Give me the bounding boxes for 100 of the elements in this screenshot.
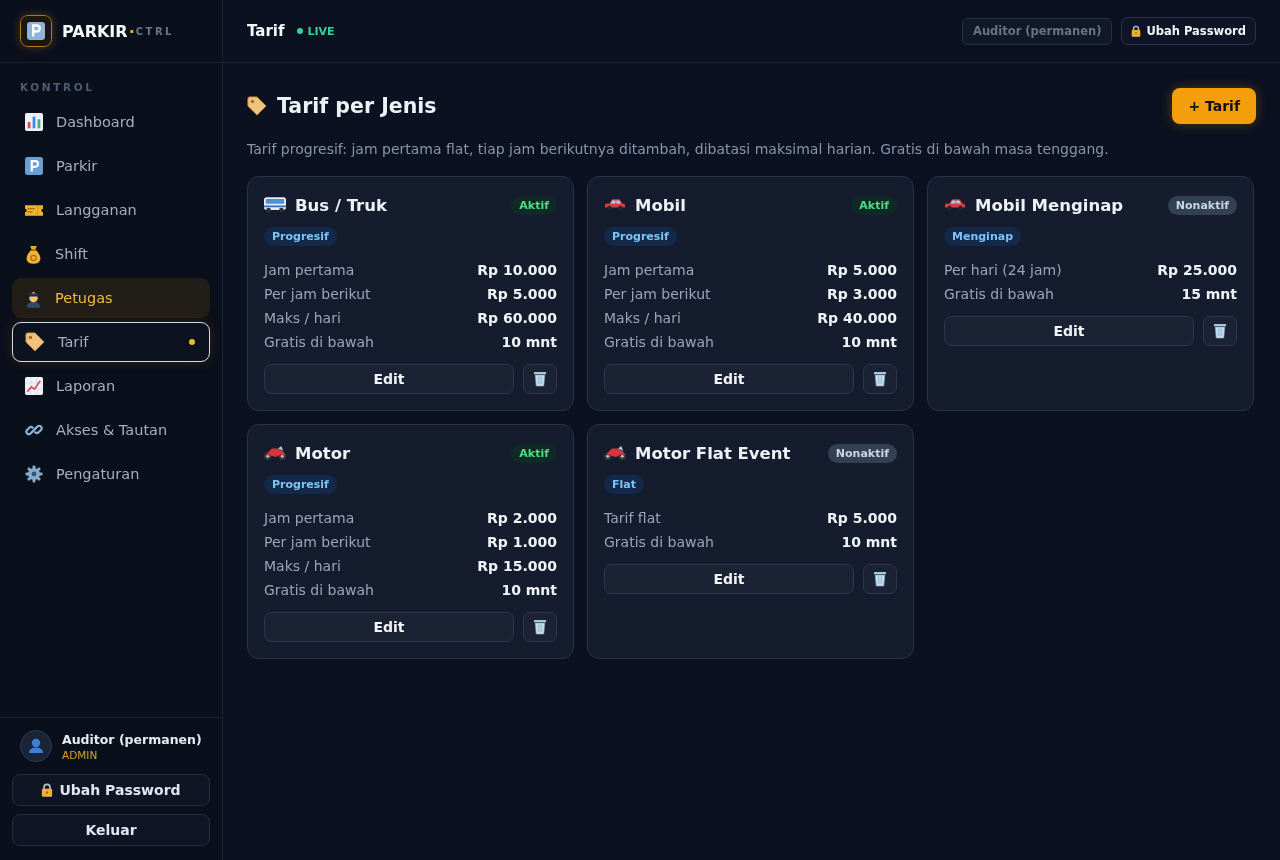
rate-value: Rp 1.000 — [487, 534, 557, 550]
sidebar-item[interactable]: Parkir — [12, 146, 210, 186]
page-title: Tarif per Jenis — [277, 94, 437, 118]
delete-button[interactable] — [863, 564, 897, 594]
motorcycle-icon — [604, 446, 626, 460]
change-password-button[interactable]: Ubah Password — [1121, 17, 1256, 45]
rate-value: Rp 60.000 — [477, 310, 557, 326]
lock-icon — [41, 783, 54, 797]
header-title: Tarif — [247, 22, 285, 40]
edit-button[interactable]: Edit — [604, 364, 854, 394]
add-tariff-button[interactable]: + Tarif — [1172, 88, 1256, 124]
bus-icon — [264, 197, 286, 213]
tariff-type-badge: Flat — [604, 475, 644, 494]
tag-icon — [25, 332, 45, 352]
rate-label: Gratis di bawah — [604, 534, 714, 550]
rate-label: Maks / hari — [264, 310, 341, 326]
delete-button[interactable] — [523, 612, 557, 642]
edit-button[interactable]: Edit — [944, 316, 1194, 346]
sidebar-item[interactable]: Dashboard — [12, 102, 210, 142]
rate-label: Maks / hari — [264, 558, 341, 574]
logo-icon — [20, 15, 52, 47]
logout-button[interactable]: Keluar — [12, 814, 210, 846]
ticket-icon — [25, 204, 43, 216]
rate-label: Per jam berikut — [264, 534, 371, 550]
rate-label: Maks / hari — [604, 310, 681, 326]
trash-icon — [533, 371, 547, 387]
sidebar-item[interactable]: Shift — [12, 234, 210, 274]
rate-value: Rp 10.000 — [477, 262, 557, 278]
rate-label: Tarif flat — [604, 510, 661, 526]
edit-button[interactable]: Edit — [604, 564, 854, 594]
rate-value: 10 mnt — [501, 334, 557, 350]
car-icon — [604, 199, 626, 211]
settings-icon — [25, 465, 43, 483]
status-badge: Aktif — [511, 195, 557, 215]
rate-value: Rp 5.000 — [487, 286, 557, 302]
rate-value: Rp 5.000 — [827, 510, 897, 526]
live-label: LIVE — [307, 24, 335, 38]
status-badge: Aktif — [511, 443, 557, 463]
page-description: Tarif progresif: jam pertama flat, tiap jam berikutnya ditambah, dibatasi maksimal harian. Gratis di bawah masa tenggang. — [247, 140, 1110, 159]
delete-button[interactable] — [523, 364, 557, 394]
status-badge: Nonaktif — [827, 443, 897, 463]
rate-value: 10 mnt — [841, 534, 897, 550]
rate-label: Jam pertama — [264, 510, 355, 526]
money-bag-icon — [25, 244, 42, 264]
user-name: Auditor (permanen) — [62, 731, 202, 747]
status-badge: Nonaktif — [1167, 195, 1237, 215]
rate-label: Gratis di bawah — [264, 334, 374, 350]
trash-icon — [533, 619, 547, 635]
live-dot-icon — [296, 28, 303, 34]
rate-value: Rp 15.000 — [477, 558, 557, 574]
parking-sign-icon — [25, 157, 43, 175]
rate-label: Per jam berikut — [604, 286, 711, 302]
card-title: Mobil — [635, 195, 686, 215]
rate-label: Gratis di bawah — [264, 582, 374, 598]
rate-value: Rp 5.000 — [827, 262, 897, 278]
trash-icon — [1213, 323, 1227, 339]
delete-button[interactable] — [1203, 316, 1237, 346]
card-title: Bus / Truk — [295, 195, 387, 215]
rate-value: 15 mnt — [1181, 286, 1237, 302]
tariff-type-badge: Progresif — [264, 475, 337, 494]
rate-value: Rp 40.000 — [817, 310, 897, 326]
sidebar-item[interactable]: Langganan — [12, 190, 210, 230]
rate-value: Rp 2.000 — [487, 510, 557, 526]
bar-chart-icon — [25, 113, 43, 131]
rate-label: Jam pertama — [264, 262, 355, 278]
rate-label: Jam pertama — [604, 262, 695, 278]
motorcycle-icon — [264, 446, 286, 460]
rate-value: 10 mnt — [841, 334, 897, 350]
delete-button[interactable] — [863, 364, 897, 394]
card-title: Motor Flat Event — [635, 443, 791, 463]
card-title: Motor — [295, 443, 351, 463]
change-password-button[interactable]: Ubah Password — [12, 774, 210, 806]
user-chip: Auditor (permanen) — [962, 17, 1113, 45]
card-title: Mobil Menginap — [975, 195, 1124, 215]
rate-value: 10 mnt — [501, 582, 557, 598]
car-icon — [944, 199, 966, 211]
rate-value: Rp 3.000 — [827, 286, 897, 302]
edit-button[interactable]: Edit — [264, 612, 514, 642]
user-avatar-icon — [20, 730, 52, 762]
rate-label: Per hari (24 jam) — [944, 262, 1062, 278]
nav-section-label: KONTROL — [19, 80, 96, 95]
sidebar-item[interactable]: Tarif — [12, 322, 210, 362]
trash-icon — [873, 371, 887, 387]
line-chart-icon — [25, 377, 43, 395]
status-badge: Aktif — [851, 195, 897, 215]
tariff-type-badge: Progresif — [604, 227, 677, 246]
edit-button[interactable]: Edit — [264, 364, 514, 394]
sidebar-item[interactable]: Akses & Tautan — [12, 410, 210, 450]
user-role: ADMIN — [62, 748, 99, 761]
rate-label: Gratis di bawah — [604, 334, 714, 350]
tag-icon — [247, 96, 267, 116]
trash-icon — [873, 571, 887, 587]
lock-icon — [1131, 25, 1142, 37]
sidebar-item[interactable]: Laporan — [12, 366, 210, 406]
sidebar-item[interactable]: Petugas — [12, 278, 210, 318]
tariff-type-badge: Menginap — [944, 227, 1021, 246]
indicator-dot-icon — [189, 339, 195, 345]
rate-label: Gratis di bawah — [944, 286, 1054, 302]
sidebar-item[interactable]: Pengaturan — [12, 454, 210, 494]
rate-value: Rp 25.000 — [1157, 262, 1237, 278]
